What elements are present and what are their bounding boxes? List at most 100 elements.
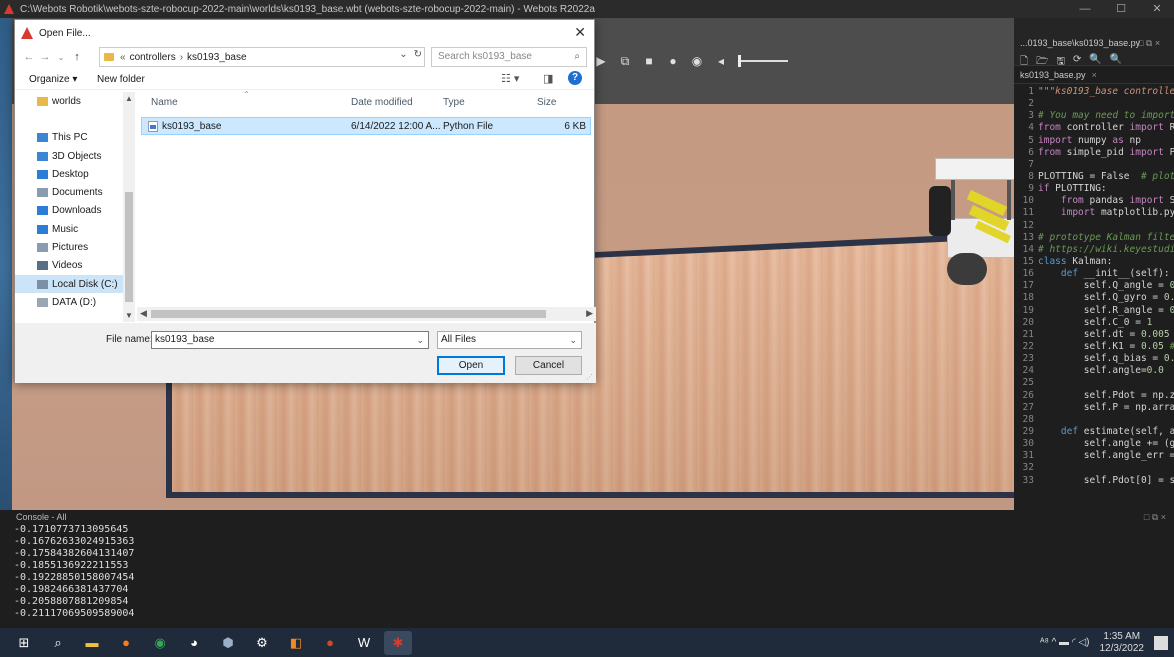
app-6-icon[interactable]: ⬢: [214, 631, 242, 655]
code-line[interactable]: 6 from simple_pid import PI: [1014, 147, 1174, 159]
file-name-input[interactable]: ks0193_base ⌄: [151, 331, 429, 349]
run-icon[interactable]: ▶: [594, 54, 608, 68]
code-line[interactable]: 22 self.K1 = 0.05 #: [1014, 341, 1174, 353]
nav-item-local-disk-c[interactable]: Local Disk (C:): [15, 274, 135, 294]
nav-item-downloads[interactable]: Downloads: [15, 202, 135, 220]
replace-icon[interactable]: 🔍: [1110, 54, 1122, 71]
chevron-down-icon[interactable]: ⌄: [416, 332, 424, 348]
find-icon[interactable]: 🔍: [1089, 54, 1101, 71]
navigation-scrollbar-thumb[interactable]: [125, 192, 133, 302]
close-window-button[interactable]: ✕: [1140, 0, 1174, 18]
recent-locations-icon[interactable]: ⌄: [53, 53, 69, 62]
scroll-left-icon[interactable]: ◀: [140, 308, 147, 319]
new-folder-button[interactable]: New folder: [97, 74, 145, 85]
maximize-button[interactable]: ☐: [1104, 0, 1138, 18]
organize-button[interactable]: Organize ▾: [29, 74, 77, 85]
record-icon[interactable]: ●: [666, 54, 680, 68]
webots-icon[interactable]: ✱: [384, 630, 412, 655]
scene-tree-strip[interactable]: [0, 18, 12, 510]
code-line[interactable]: 13 # prototype Kalman filter: [1014, 232, 1174, 244]
code-line[interactable]: 27 self.P = np.array: [1014, 402, 1174, 414]
cancel-button[interactable]: Cancel: [515, 356, 582, 375]
nav-item-3d-objects[interactable]: 3D Objects: [15, 147, 135, 165]
search-button-icon[interactable]: ⌕: [44, 631, 72, 655]
app-7-icon[interactable]: ⚙: [248, 631, 276, 655]
step-icon[interactable]: ⧉: [618, 54, 632, 68]
breadcrumb-controllers[interactable]: controllers: [130, 52, 176, 63]
search-input[interactable]: Search ks0193_base ⌕: [431, 47, 587, 67]
save-icon[interactable]: 🖫: [1056, 54, 1065, 71]
code-line[interactable]: 16 def __init__(self):: [1014, 268, 1174, 280]
help-icon[interactable]: ?: [568, 71, 582, 85]
console-panel-controls[interactable]: □ ⧉ ×: [1144, 510, 1166, 524]
code-line[interactable]: 1 """ks0193_base controller: [1014, 86, 1174, 98]
new-file-icon[interactable]: 🗋: [1020, 54, 1028, 71]
dialog-close-button[interactable]: ✕: [574, 24, 586, 41]
volume-icon[interactable]: ◂: [714, 54, 728, 68]
tray-icons[interactable]: ᴬ⁸ ^ ▬ ◜ ◁): [1040, 637, 1089, 648]
code-line[interactable]: 18 self.Q_gyro = 0.0: [1014, 292, 1174, 304]
code-line[interactable]: 29 def estimate(self, an: [1014, 426, 1174, 438]
code-line[interactable]: 25: [1014, 377, 1174, 389]
address-bar[interactable]: « controllers › ks0193_base ⌄ ↻: [99, 47, 425, 67]
nav-item-documents[interactable]: Documents: [15, 183, 135, 201]
code-line[interactable]: 20 self.C_0 = 1: [1014, 317, 1174, 329]
chevron-down-icon[interactable]: ⌄: [569, 332, 577, 348]
code-line[interactable]: 24 self.angle= 0.0: [1014, 365, 1174, 377]
nav-item-this-pc[interactable]: This PC: [15, 129, 135, 147]
screenshot-icon[interactable]: ◉: [690, 54, 704, 68]
scroll-up-icon[interactable]: ▲: [125, 94, 133, 103]
firefox-icon[interactable]: ●: [112, 631, 140, 655]
code-line[interactable]: 5 import numpy as np: [1014, 135, 1174, 147]
nav-item-music[interactable]: Music: [15, 220, 135, 238]
scroll-right-icon[interactable]: ▶: [586, 308, 593, 319]
file-type-select[interactable]: All Files ⌄: [437, 331, 582, 349]
breadcrumb-overflow[interactable]: «: [120, 52, 126, 63]
resize-grip-icon[interactable]: ⋰: [586, 373, 594, 381]
column-type[interactable]: Type: [443, 97, 465, 108]
code-line[interactable]: 32: [1014, 462, 1174, 474]
up-icon[interactable]: ↑: [69, 51, 85, 63]
code-line[interactable]: 23 self.q_bias = 0.0: [1014, 353, 1174, 365]
code-line[interactable]: 33 self.Pdot[0] = se: [1014, 475, 1174, 487]
breadcrumb-ks0193-base[interactable]: ks0193_base: [187, 52, 247, 63]
code-line[interactable]: 28: [1014, 414, 1174, 426]
dialog-titlebar[interactable]: Open File... ✕: [15, 20, 594, 46]
code-line[interactable]: 12: [1014, 220, 1174, 232]
robot-model[interactable]: [917, 158, 1014, 298]
revert-icon[interactable]: ⟳: [1073, 54, 1081, 71]
code-line[interactable]: 10 from pandas import Se: [1014, 195, 1174, 207]
code-line[interactable]: 26 self.Pdot = np.ze: [1014, 390, 1174, 402]
powerpoint-icon[interactable]: ●: [316, 631, 344, 655]
chevron-down-icon[interactable]: ⌄: [399, 49, 407, 60]
code-line[interactable]: 9 if PLOTTING:: [1014, 183, 1174, 195]
preview-pane-icon[interactable]: ◨: [543, 72, 553, 85]
minimize-button[interactable]: —: [1068, 0, 1102, 18]
tab-close-icon[interactable]: ×: [1092, 70, 1097, 80]
navigation-scrollbar[interactable]: ▲ ▼: [123, 92, 135, 322]
code-line[interactable]: 14 # https://wiki.keyestudio: [1014, 244, 1174, 256]
nav-item-videos[interactable]: Videos: [15, 257, 135, 275]
column-date-modified[interactable]: Date modified: [351, 97, 413, 108]
code-line[interactable]: 17 self.Q_angle = 0.: [1014, 280, 1174, 292]
clock[interactable]: 1:35 AM 12/3/2022: [1100, 631, 1145, 655]
app-8-icon[interactable]: ◧: [282, 631, 310, 655]
nav-item-pictures[interactable]: Pictures: [15, 238, 135, 256]
view-options-icon[interactable]: ☷ ▾: [501, 72, 519, 85]
code-line[interactable]: 30 self.angle += (gy: [1014, 438, 1174, 450]
file-explorer-icon[interactable]: ▬: [78, 631, 106, 655]
file-list-scrollbar[interactable]: ◀ ▶: [137, 307, 596, 321]
notification-icon[interactable]: [1154, 635, 1168, 650]
code-line[interactable]: 7: [1014, 159, 1174, 171]
code-line[interactable]: 3 # You may need to import: [1014, 110, 1174, 122]
main-window-titlebar[interactable]: C:\Webots Robotik\webots-szte-robocup-20…: [0, 0, 1174, 18]
nav-item-desktop[interactable]: Desktop: [15, 165, 135, 183]
refresh-icon[interactable]: ↻: [414, 49, 422, 60]
forward-icon[interactable]: →: [37, 51, 53, 63]
code-area[interactable]: 1 """ks0193_base controller 2 3 # You may ne…: [1014, 86, 1174, 487]
code-line[interactable]: 4 from controller import Ro: [1014, 122, 1174, 134]
chrome-icon[interactable]: ◉: [146, 631, 174, 655]
nav-item-data-d[interactable]: DATA (D:): [15, 293, 135, 311]
code-line[interactable]: 21 self.dt = 0.005 #: [1014, 329, 1174, 341]
stop-icon[interactable]: ■: [642, 54, 656, 68]
